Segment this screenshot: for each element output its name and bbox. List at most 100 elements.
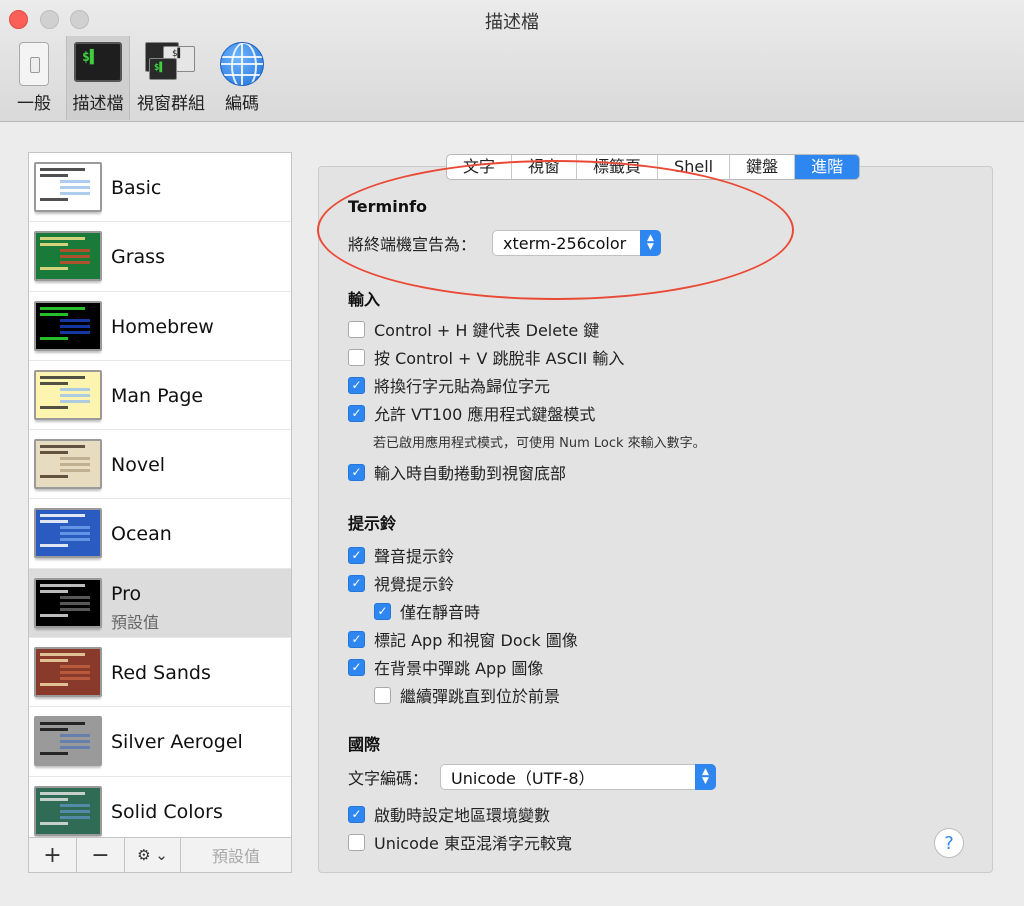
- checkbox-option[interactable]: ✓ 聲音提示鈴: [348, 543, 454, 567]
- checkbox[interactable]: [374, 686, 391, 704]
- text-encoding-popup[interactable]: Unicode（UTF-8） ▲ ▼: [440, 764, 717, 790]
- toolbar-profiles-label: 描述檔: [72, 94, 124, 114]
- tab-0[interactable]: 文字: [447, 155, 513, 179]
- checkbox-label: 聲音提示鈴: [374, 547, 455, 566]
- international-title: 國際: [348, 735, 381, 754]
- general-icon: [19, 42, 49, 86]
- scroll-on-input-option[interactable]: ✓ 輸入時自動捲動到視窗底部: [348, 460, 566, 484]
- profile-item[interactable]: Solid Colors: [29, 777, 291, 837]
- profile-thumbnail: [34, 300, 102, 351]
- checkbox-label: 啟動時設定地區環境變數: [374, 806, 551, 825]
- tab-3[interactable]: Shell: [658, 155, 731, 179]
- globe-icon: [220, 42, 264, 86]
- checkbox-label: Unicode 東亞混淆字元較寬: [374, 834, 572, 853]
- set-default-button[interactable]: 預設值: [181, 838, 291, 872]
- checkbox[interactable]: ✓: [348, 658, 365, 676]
- profile-item[interactable]: Novel: [29, 430, 291, 500]
- add-profile-button[interactable]: +: [29, 838, 77, 872]
- checkbox-label: 僅在靜音時: [400, 603, 481, 622]
- profile-name: Ocean: [111, 523, 172, 546]
- toolbar-general-label: 一般: [17, 94, 51, 114]
- checkbox-label: 視覺提示鈴: [374, 575, 455, 594]
- profile-thumbnail: [34, 577, 102, 628]
- window-title: 描述檔: [485, 12, 539, 33]
- profile-name: Silver Aerogel: [111, 731, 243, 754]
- profile-item[interactable]: Ocean: [29, 499, 291, 569]
- checkbox[interactable]: ✓: [348, 376, 365, 394]
- remove-profile-button[interactable]: −: [77, 838, 125, 872]
- checkbox-label: 標記 App 和視窗 Dock 圖像: [374, 631, 578, 650]
- terminfo-title: Terminfo: [348, 197, 428, 216]
- checkbox-option[interactable]: 按 Control + V 跳脫非 ASCII 輸入: [348, 345, 624, 369]
- declare-terminal-label: 將終端機宣告為：: [348, 235, 477, 254]
- checkbox[interactable]: [348, 320, 365, 338]
- text-encoding-value: Unicode（UTF-8）: [451, 769, 595, 788]
- profiles-icon: $▌: [74, 42, 122, 82]
- settings-tabs: 文字 視窗 標籤頁 Shell 鍵盤 進階: [446, 154, 861, 180]
- checkbox[interactable]: ✓: [348, 574, 365, 592]
- toolbar-general[interactable]: 一般: [8, 36, 60, 120]
- checkbox-option[interactable]: Unicode 東亞混淆字元較寬: [348, 830, 572, 854]
- checkbox[interactable]: ✓: [374, 602, 391, 620]
- profile-item[interactable]: Silver Aerogel: [29, 707, 291, 777]
- checkbox-option[interactable]: ✓ 啟動時設定地區環境變數: [348, 802, 550, 826]
- profile-list-footer: + − ⚙︎ ⌄ 預設值: [28, 838, 292, 873]
- checkbox-option[interactable]: ✓ 標記 App 和視窗 Dock 圖像: [348, 627, 578, 651]
- text-encoding-row: 文字編碼： Unicode（UTF-8） ▲ ▼: [348, 764, 717, 790]
- profile-thumbnail: [34, 231, 102, 282]
- checkbox[interactable]: ✓: [348, 546, 365, 564]
- toolbar-window-groups[interactable]: $▌ $▌ 視窗群組: [134, 36, 208, 120]
- profile-item[interactable]: Grass: [29, 222, 291, 292]
- profile-thumbnail: [34, 162, 102, 212]
- profile-default-label: 預設值: [111, 612, 160, 632]
- profile-name: Red Sands: [111, 662, 211, 685]
- checkbox-label: 在背景中彈跳 App 圖像: [374, 659, 544, 678]
- checkbox-option[interactable]: ✓ 允許 VT100 應用程式鍵盤模式: [348, 401, 595, 425]
- profile-thumbnail: [34, 785, 102, 836]
- gear-menu-button[interactable]: ⚙︎ ⌄: [125, 838, 181, 872]
- toolbar-encodings[interactable]: 編碼: [216, 36, 268, 120]
- checkbox[interactable]: ✓: [348, 404, 365, 422]
- profile-item[interactable]: Basic: [29, 153, 291, 223]
- checkbox-option[interactable]: 繼續彈跳直到位於前景: [374, 683, 560, 707]
- profile-thumbnail: [34, 439, 102, 490]
- toolbar-profiles[interactable]: $▌ 描述檔: [66, 36, 130, 120]
- terminal-type-value: xterm-256color: [503, 233, 627, 253]
- toolbar-encodings-label: 編碼: [225, 94, 259, 114]
- tab-2[interactable]: 標籤頁: [577, 155, 659, 179]
- checkbox-option[interactable]: ✓ 將換行字元貼為歸位字元: [348, 373, 550, 397]
- tab-1[interactable]: 視窗: [512, 155, 578, 179]
- checkbox-option[interactable]: ✓ 在背景中彈跳 App 圖像: [348, 655, 543, 679]
- checkbox-option[interactable]: Control + H 鍵代表 Delete 鍵: [348, 317, 599, 341]
- checkbox[interactable]: ✓: [348, 805, 365, 823]
- tab-5[interactable]: 進階: [795, 155, 860, 179]
- toolbar-window-groups-label: 視窗群組: [137, 94, 205, 114]
- profile-item[interactable]: Red Sands: [29, 638, 291, 708]
- declare-terminal-row: 將終端機宣告為： xterm-256color ▲ ▼: [348, 230, 662, 256]
- help-button[interactable]: ?: [934, 828, 964, 858]
- profile-thumbnail: [34, 716, 102, 767]
- input-title: 輸入: [348, 290, 381, 309]
- tab-4[interactable]: 鍵盤: [730, 155, 796, 179]
- bell-title: 提示鈴: [348, 514, 397, 533]
- terminal-type-popup[interactable]: xterm-256color ▲ ▼: [492, 230, 662, 256]
- profile-thumbnail: [34, 647, 102, 698]
- profile-name: Grass: [111, 246, 165, 269]
- popup-stepper-icon: ▲ ▼: [695, 764, 717, 790]
- profile-item[interactable]: Pro 預設值: [29, 568, 291, 639]
- checkbox-option[interactable]: ✓ 視覺提示鈴: [348, 571, 454, 595]
- checkbox[interactable]: [348, 348, 365, 366]
- profile-item[interactable]: Man Page: [29, 361, 291, 431]
- profile-thumbnail: [34, 508, 102, 559]
- profile-item[interactable]: Homebrew: [29, 292, 291, 361]
- profile-name: Homebrew: [111, 315, 214, 338]
- checkbox[interactable]: ✓: [348, 630, 365, 648]
- checkbox-label: 將換行字元貼為歸位字元: [374, 377, 551, 396]
- checkbox[interactable]: ✓: [348, 463, 365, 481]
- checkbox-label: 允許 VT100 應用程式鍵盤模式: [374, 405, 596, 424]
- app-mode-note: 若已啟用應用程式模式，可使用 Num Lock 來輸入數字。: [373, 436, 706, 451]
- checkbox-option[interactable]: ✓ 僅在靜音時: [374, 599, 480, 623]
- checkbox[interactable]: [348, 833, 365, 851]
- profile-list[interactable]: Basic Grass Homebrew Man Page Novel Ocean Pro 預…: [28, 152, 292, 838]
- profile-name: Novel: [111, 454, 166, 477]
